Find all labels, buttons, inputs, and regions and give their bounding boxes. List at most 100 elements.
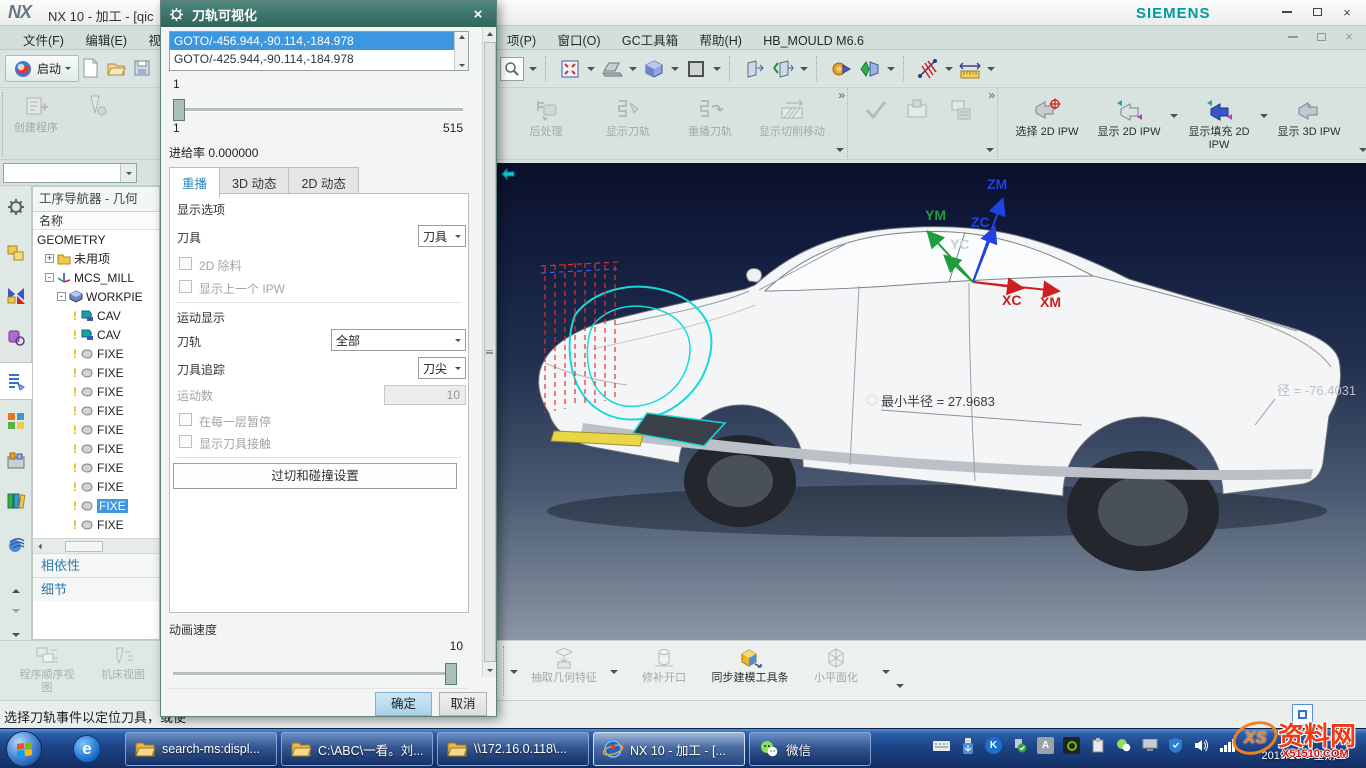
volume-tray-icon[interactable] [1193,737,1210,754]
close-icon[interactable]: × [1334,4,1360,20]
tool-combobox[interactable]: 刀具 [418,225,466,247]
tab-replay[interactable]: 重播 [169,167,220,198]
show-cut-moves-button[interactable]: 显示切削移动 [751,92,833,139]
dialog-close-icon[interactable]: × [468,6,488,23]
child-close-icon[interactable]: × [1336,29,1362,44]
shaded-view-icon[interactable] [642,57,666,81]
group-overflow-caret-icon[interactable] [986,148,994,152]
facet-caret-icon[interactable] [882,670,890,674]
tree-row-fixed-contour[interactable]: ! FIXE [33,401,159,420]
create-tool-button[interactable] [67,88,123,160]
scroll-down-icon[interactable] [3,598,29,624]
taskbar-item-wechat[interactable]: 微信 [749,732,871,766]
tree-row-unused[interactable]: + 未用项 [33,249,159,268]
contact-checkbox[interactable] [179,435,192,448]
reuse-library-icon[interactable] [3,488,29,514]
work-plane-caret-icon[interactable] [713,67,721,71]
constraint-navigator-icon[interactable] [3,282,29,308]
true-shading-caret-icon[interactable] [887,67,895,71]
scroll-left-icon[interactable] [39,543,42,549]
tree-row-fixed-contour[interactable]: ! FIXE [33,515,159,534]
gear-icon[interactable] [3,194,29,220]
taskbar-item-network-folder[interactable]: \\172.16.0.118\... [437,732,589,766]
menu-gc-toolbox[interactable]: GC工具箱 [613,26,687,53]
combobox-caret-icon[interactable] [120,164,136,182]
search-icon[interactable] [500,57,524,81]
goto-line[interactable]: GOTO/-425.944,-90.114,-184.978 [170,50,454,68]
ruler-icon[interactable] [958,57,982,81]
child-restore-icon[interactable] [1308,29,1334,44]
tree-row-fixed-contour-selected[interactable]: ! FIXE [33,496,159,515]
group-more-icon[interactable]: » [988,90,995,100]
save-icon[interactable] [132,58,152,78]
dialog-scrollbar-thumb[interactable] [484,42,496,662]
goto-list[interactable]: GOTO/-456.944,-90.114,-184.978 GOTO/-425… [169,31,469,71]
scroll-up-icon[interactable] [483,27,497,41]
dialog-scrollbar[interactable] [482,27,496,677]
graphics-viewport[interactable]: ZM ZC YM YC XC XM 最小半径 = 27.9683 径 = -76… [497,163,1366,640]
menu-window[interactable]: 窗口(O) [549,26,610,53]
scroll-up-icon[interactable] [459,35,465,39]
prev-ipw-checkbox[interactable] [179,280,192,293]
menu-help[interactable]: 帮助(H) [691,26,751,53]
collapse-icon[interactable]: - [45,273,54,282]
pause-checkbox[interactable] [179,413,192,426]
dialog-titlebar[interactable]: 刀轨可视化 × [161,1,496,27]
usb-safe-tray-icon[interactable] [1011,737,1028,754]
restore-icon[interactable] [1304,4,1330,20]
post-process-button[interactable]: 后处理 [505,92,587,139]
taskbar-item-abc-folder[interactable]: C:\ABC\一看。刘... [281,732,433,766]
tree-row-fixed-contour[interactable]: ! FIXE [33,477,159,496]
scrollbar-thumb[interactable] [65,541,103,552]
operation-navigator-icon[interactable] [0,362,32,400]
toolbar-overflow-caret-icon[interactable] [896,684,904,688]
tree-row-cavity[interactable]: ! CAV [33,325,159,344]
menu-hb-mould[interactable]: HB_MOULD M6.6 [754,30,873,52]
group-overflow-caret-icon[interactable] [1359,148,1366,152]
expand-icon[interactable]: + [45,254,54,263]
sync-modeling-button[interactable]: 同步建模工具条 [710,644,790,685]
process-studio-icon[interactable] [3,448,29,474]
tree-row-fixed-contour[interactable]: ! FIXE [33,382,159,401]
display-mode-icon[interactable] [600,57,624,81]
show-toolpath-button[interactable]: 显示刀轨 [587,92,669,139]
show-filled-2d-ipw-caret-icon[interactable] [1260,114,1268,118]
wechat-tray-icon[interactable] [1115,737,1132,754]
assembly-navigator-icon[interactable] [3,240,29,266]
anim-speed-slider-track[interactable] [173,672,457,676]
web-browser-icon[interactable] [3,532,29,558]
details-panel[interactable]: 细节 [33,577,159,601]
dependencies-panel[interactable]: 相依性 [33,553,159,577]
visual-effects-icon[interactable] [829,57,853,81]
child-minimize-icon[interactable] [1280,29,1306,44]
tree-row-geometry[interactable]: GEOMETRY [33,230,159,249]
measure-caret-icon[interactable] [945,67,953,71]
machine-view-button[interactable]: 机床视图 [92,645,154,700]
true-shading-icon[interactable] [858,57,882,81]
measure-distance-icon[interactable] [916,57,940,81]
goto-list-scrollbar[interactable] [454,32,468,70]
tree-row-c avity[interactable]: ! CAV [33,306,159,325]
menu-preferences[interactable]: 项(P) [498,26,545,53]
2d-removal-checkbox[interactable] [179,257,192,270]
tree-row-fixed-contour[interactable]: ! FIXE [33,458,159,477]
group-more-icon[interactable]: » [838,90,845,100]
show-filled-2d-ipw-button[interactable]: 显示填充 2D IPW [1178,92,1260,152]
ruler-caret-icon[interactable] [987,67,995,71]
shaded-view-caret-icon[interactable] [671,67,679,71]
facet-button[interactable]: 小平面化 [796,644,876,685]
position-slider-thumb[interactable] [173,99,185,121]
selection-filter-combobox[interactable] [3,163,137,183]
show-3d-ipw-button[interactable]: 显示 3D IPW [1268,92,1350,139]
tree-row-fixed-contour[interactable]: ! FIXE [33,344,159,363]
tool-track-combobox[interactable]: 刀尖 [418,357,466,379]
toolpath-combobox[interactable]: 全部 [331,329,466,351]
ok-button[interactable]: 确定 [375,692,432,716]
scroll-down-icon[interactable] [483,663,497,677]
cancel-button[interactable]: 取消 [439,692,487,716]
machine-tool-navigator-icon[interactable] [3,408,29,434]
display-tray-icon[interactable] [1141,737,1158,754]
motion-count-input[interactable]: 10 [384,385,466,405]
menu-edit[interactable]: 编辑(E) [76,26,136,53]
menu-file[interactable]: 文件(F) [14,26,73,53]
